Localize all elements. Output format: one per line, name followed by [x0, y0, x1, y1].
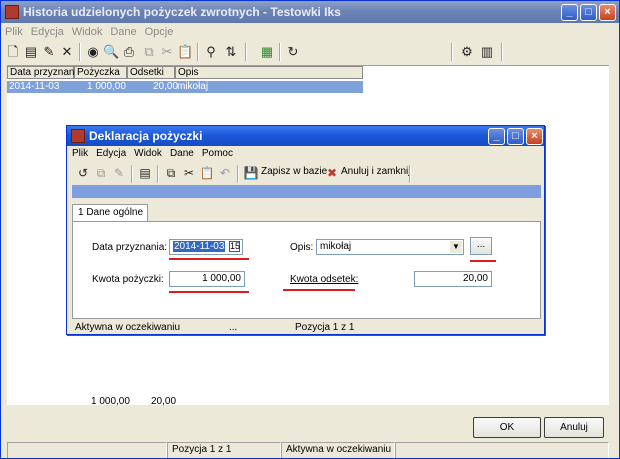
dialog-toolbar: ↺ ⧉ ✎ ▤ ⧉ ✂ 📋 ↶ 💾 Zapisz w bazie ✖ Anulu…	[71, 163, 541, 183]
main-toolbar: 🗋 ▤ ✎ ✕ ◉ 🔍 ⎙ ⧉ ✂ 📋 ⚲ ⇅ ▦ ↻ ⚙ ▥	[1, 41, 619, 63]
total-interest: 20,00	[151, 396, 177, 407]
delete-record-icon[interactable]: ✎	[111, 165, 127, 181]
general-panel: Data przyznania: 2014-11-03 15 Opis: mik…	[72, 221, 541, 319]
save-icon[interactable]: ◉	[85, 44, 101, 60]
save-db-button[interactable]: Zapisz w bazie	[261, 166, 327, 177]
date-value: 2014-11-03	[173, 241, 226, 252]
table-row[interactable]: 2014-11-03 1 000,00 20,00 mikołaj	[7, 81, 363, 93]
desc-label: Opis:	[290, 242, 314, 253]
status-cell-empty	[7, 442, 167, 458]
dpaste-icon[interactable]: 📋	[199, 165, 215, 181]
menu-plik[interactable]: Plik	[1, 23, 27, 38]
annotation-underline	[283, 289, 355, 291]
dcopy-icon[interactable]: ⧉	[163, 165, 179, 181]
find-icon[interactable]: ⚲	[203, 44, 219, 60]
dialog-header-band	[72, 185, 541, 198]
cell-desc: mikołaj	[177, 81, 209, 92]
copy-record-icon[interactable]: ⧉	[93, 165, 109, 181]
undo-icon[interactable]: ↺	[75, 165, 91, 181]
interest-label: Kwota odsetek:	[290, 274, 359, 285]
desc-field[interactable]: mikołaj ▼	[316, 239, 464, 255]
close-icon[interactable]: ×	[599, 4, 616, 21]
date-label: Data przyznania:	[92, 242, 168, 253]
window-title: Historia udzielonych pożyczek zwrotnych …	[23, 5, 341, 19]
loan-label: Kwota pożyczki:	[92, 274, 164, 285]
menu-widok[interactable]: Widok	[68, 23, 107, 38]
delete-icon[interactable]: ✕	[59, 44, 75, 60]
dmenu-plik[interactable]: Plik	[67, 146, 91, 159]
loan-field[interactable]: 1 000,00	[169, 271, 245, 287]
col-header-interest[interactable]: Odsetki	[127, 66, 175, 79]
app-icon	[5, 5, 19, 19]
dialog-titlebar[interactable]: Deklaracja pożyczki _ □ ×	[67, 126, 544, 146]
dialog-status-state: Aktywna w oczekiwaniu	[75, 322, 181, 333]
total-loan: 1 000,00	[91, 396, 130, 407]
annotation-underline	[169, 258, 249, 260]
interest-field[interactable]: 20,00	[414, 271, 492, 287]
edit-icon[interactable]: ✎	[41, 44, 57, 60]
dmenu-dane[interactable]: Dane	[165, 146, 197, 159]
copy-icon[interactable]: ⧉	[141, 44, 157, 60]
dcut-icon[interactable]: ✂	[181, 165, 197, 181]
properties-icon[interactable]: ▤	[23, 44, 39, 60]
annotation-underline	[169, 291, 249, 293]
dmenu-edycja[interactable]: Edycja	[91, 146, 129, 159]
maximize-icon[interactable]: □	[580, 4, 597, 21]
excel-icon[interactable]: ▦	[259, 44, 275, 60]
cut-icon[interactable]: ✂	[159, 44, 175, 60]
calendar-icon[interactable]: 15	[229, 241, 240, 252]
paste-icon[interactable]: 📋	[177, 44, 193, 60]
cell-date: 2014-11-03	[9, 81, 60, 92]
tools-icon[interactable]: ⚙	[459, 44, 475, 60]
ok-button[interactable]: OK	[473, 417, 541, 438]
cell-interest: 20,00	[153, 81, 179, 92]
dmenu-widok[interactable]: Widok	[129, 146, 165, 159]
date-field[interactable]: 2014-11-03 15	[169, 239, 243, 255]
dialog-app-icon	[71, 129, 85, 143]
dialog-minimize-icon[interactable]: _	[488, 128, 505, 145]
cancel-button[interactable]: Anuluj	[544, 417, 604, 438]
annotation-underline	[470, 260, 496, 262]
save-db-icon[interactable]: 💾	[243, 165, 259, 181]
status-cell-empty-2	[395, 442, 609, 458]
chevron-down-icon[interactable]: ▼	[450, 241, 462, 253]
dialog-status-position: Pozycja 1 z 1	[295, 322, 355, 333]
columns-icon[interactable]: ▥	[479, 44, 495, 60]
menu-dane[interactable]: Dane	[106, 23, 140, 38]
loan-dialog: Deklaracja pożyczki _ □ × Plik Edycja Wido…	[66, 125, 545, 335]
tab-general[interactable]: 1 Dane ogólne	[72, 204, 148, 222]
status-state: Aktywna w oczekiwaniu	[281, 442, 395, 458]
dialog-title: Deklaracja pożyczki	[89, 129, 203, 143]
dialog-maximize-icon[interactable]: □	[507, 128, 524, 145]
refresh-icon[interactable]: ↻	[285, 44, 301, 60]
col-header-loan[interactable]: Pożyczka	[74, 66, 127, 79]
main-menubar: Plik Edycja Widok Dane Opcje	[1, 23, 619, 41]
cancel-close-icon[interactable]: ✖	[324, 165, 340, 181]
dmenu-pomoc[interactable]: Pomoc	[197, 146, 236, 159]
minimize-icon[interactable]: _	[561, 4, 578, 21]
desc-value: mikołaj	[320, 241, 352, 252]
dialog-status-ellipsis: ...	[229, 322, 238, 333]
cell-loan: 1 000,00	[87, 81, 126, 92]
sort-icon[interactable]: ⇅	[223, 44, 239, 60]
cancel-close-button[interactable]: Anuluj i zamknij	[341, 166, 410, 177]
col-header-desc[interactable]: Opis	[175, 66, 363, 79]
main-titlebar[interactable]: Historia udzielonych pożyczek zwrotnych …	[1, 1, 619, 23]
print-icon[interactable]: ⎙	[121, 44, 137, 60]
menu-edycja[interactable]: Edycja	[27, 23, 68, 38]
status-position: Pozycja 1 z 1	[167, 442, 281, 458]
dialog-close-icon[interactable]: ×	[526, 128, 543, 145]
dundo-icon[interactable]: ↶	[217, 165, 233, 181]
props-icon[interactable]: ▤	[137, 165, 153, 181]
preview-icon[interactable]: 🔍	[103, 44, 119, 60]
dialog-menubar: Plik Edycja Widok Dane Pomoc	[67, 146, 236, 162]
new-icon[interactable]: 🗋	[5, 44, 21, 60]
menu-opcje[interactable]: Opcje	[141, 23, 178, 38]
browse-button[interactable]: ...	[470, 237, 492, 255]
col-header-date[interactable]: Data przyznania	[7, 66, 82, 79]
